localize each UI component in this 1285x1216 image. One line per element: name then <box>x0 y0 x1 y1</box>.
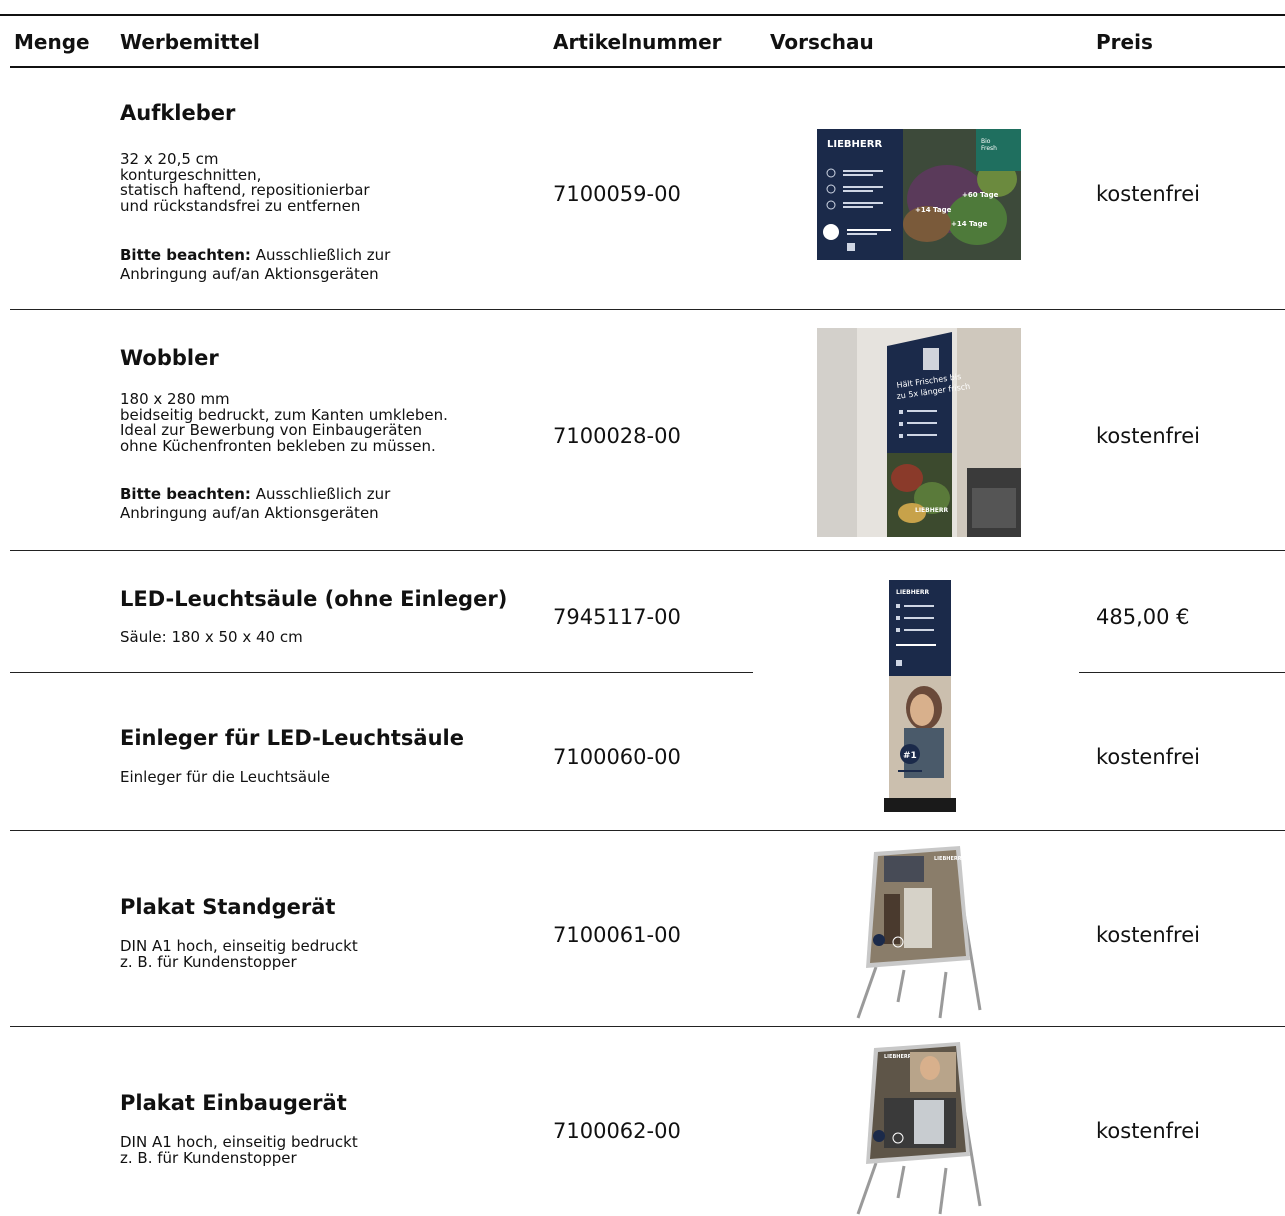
row-divider <box>10 1026 1285 1027</box>
price: 485,00 € <box>1096 605 1190 629</box>
price: kostenfrei <box>1096 182 1200 206</box>
header-bottom-rule <box>10 66 1285 68</box>
article-number: 7945117-00 <box>553 605 681 629</box>
product-title: Plakat Einbaugerät <box>120 1091 347 1115</box>
product-description: DIN A1 hoch, einseitig bedruckt z. B. fü… <box>120 1133 358 1167</box>
product-title: Einleger für LED-Leuchtsäule <box>120 726 464 750</box>
row-divider <box>10 309 1285 310</box>
note-label: Bitte beachten: <box>120 485 251 503</box>
article-number: 7100059-00 <box>553 182 681 206</box>
header-werbemittel: Werbemittel <box>120 30 260 54</box>
article-number: 7100062-00 <box>553 1119 681 1143</box>
poster-stand-preview-image: LIEBHERR <box>854 842 984 1022</box>
header-menge: Menge <box>14 30 90 54</box>
price: kostenfrei <box>1096 923 1200 947</box>
product-description: DIN A1 hoch, einseitig bedruckt z. B. fü… <box>120 937 358 971</box>
product-title: LED-Leuchtsäule (ohne Einleger) <box>120 587 508 611</box>
product-title: Aufkleber <box>120 101 236 125</box>
header-vorschau: Vorschau <box>770 30 874 54</box>
product-description: 180 x 280 mm beidseitig bedruckt, zum Ka… <box>120 390 448 455</box>
svg-text:Bio: Bio <box>981 138 991 145</box>
article-number: 7100060-00 <box>553 745 681 769</box>
preview-tag: +60 Tage <box>962 191 999 199</box>
wobbler-preview-image: Hält Frisches bis zu 5x länger frisch LI… <box>817 328 1021 537</box>
product-note: Bitte beachten: Ausschließlich zur Anbri… <box>120 485 390 523</box>
sticker-preview-image: LIEBHERR Bio Fresh +14 Tage +60 Tage +14… <box>817 129 1021 260</box>
preview-tag: +14 Tage <box>951 220 988 228</box>
row-divider <box>10 830 1285 831</box>
price: kostenfrei <box>1096 745 1200 769</box>
brand-logo: LIEBHERR <box>934 856 962 862</box>
note-label: Bitte beachten: <box>120 246 251 264</box>
brand-logo: LIEBHERR <box>827 139 882 150</box>
brand-logo: LIEBHERR <box>884 1054 912 1060</box>
product-title: Wobbler <box>120 346 219 370</box>
header-top-rule <box>0 14 1285 16</box>
brand-logo: LIEBHERR <box>896 589 929 596</box>
price: kostenfrei <box>1096 1119 1200 1143</box>
product-description: Einleger für die Leuchtsäule <box>120 768 331 786</box>
product-description: Säule: 180 x 50 x 40 cm <box>120 628 303 646</box>
award-badge: #1 <box>903 751 917 761</box>
brand-logo: LIEBHERR <box>915 507 948 514</box>
product-note: Bitte beachten: Ausschließlich zur Anbri… <box>120 246 390 284</box>
svg-text:Fresh: Fresh <box>981 145 997 152</box>
preview-tag: +14 Tage <box>915 206 952 214</box>
row-divider <box>1079 672 1285 673</box>
poster-builtin-preview-image: LIEBHERR <box>854 1038 984 1216</box>
price: kostenfrei <box>1096 424 1200 448</box>
row-divider <box>10 550 1285 551</box>
header-artikelnummer: Artikelnummer <box>553 30 722 54</box>
product-title: Plakat Standgerät <box>120 895 336 919</box>
row-divider <box>10 672 753 673</box>
led-column-preview-image: LIEBHERR #1 <box>884 578 956 814</box>
article-number: 7100061-00 <box>553 923 681 947</box>
article-number: 7100028-00 <box>553 424 681 448</box>
header-preis: Preis <box>1096 30 1153 54</box>
product-description: 32 x 20,5 cm konturgeschnitten, statisch… <box>120 150 370 215</box>
